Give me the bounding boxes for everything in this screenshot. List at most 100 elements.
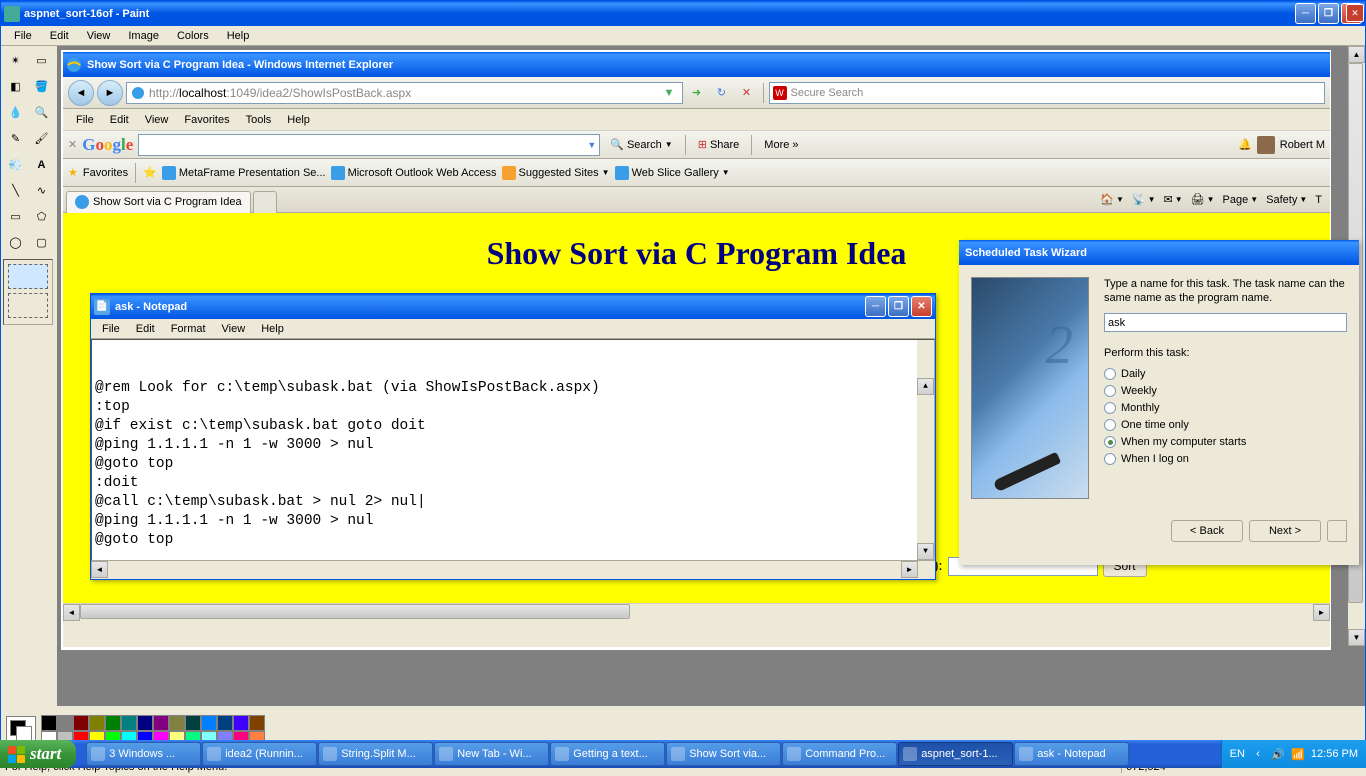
color-swatch[interactable] — [185, 715, 201, 731]
favorites-star-icon[interactable]: ★ — [68, 166, 78, 179]
page-menu[interactable]: Page▼ — [1223, 194, 1259, 206]
ie-menu-favorites[interactable]: Favorites — [176, 112, 237, 128]
radio-button[interactable] — [1104, 385, 1116, 397]
taskbar-item[interactable]: Show Sort via... — [666, 742, 781, 766]
user-avatar[interactable] — [1257, 136, 1275, 154]
tools-menu[interactable]: T — [1315, 194, 1322, 206]
wizard-option[interactable]: Daily — [1104, 368, 1347, 380]
menu-format[interactable]: Format — [163, 321, 214, 337]
wizard-titlebar[interactable]: Scheduled Task Wizard — [959, 240, 1359, 265]
tool-rect[interactable]: ▭ — [3, 204, 28, 229]
color-swatch[interactable] — [57, 715, 73, 731]
taskname-input[interactable] — [1104, 313, 1347, 332]
color-swatch[interactable] — [137, 715, 153, 731]
scroll-left-button[interactable]: ◄ — [91, 561, 108, 578]
ie-menu-help[interactable]: Help — [279, 112, 318, 128]
ie-menu-file[interactable]: File — [68, 112, 102, 128]
tool-fill[interactable]: 🪣 — [29, 74, 54, 99]
menu-image[interactable]: Image — [120, 28, 167, 44]
color-swatch[interactable] — [217, 715, 233, 731]
notepad-textarea[interactable]: @rem Look for c:\temp\subask.bat (via Sh… — [91, 339, 935, 561]
back-button[interactable]: < Back — [1171, 520, 1243, 542]
close-button[interactable]: ✕ — [911, 296, 932, 317]
tool-polygon[interactable]: ⬠ — [29, 204, 54, 229]
tool-magnify[interactable]: 🔍 — [29, 100, 54, 125]
scroll-up-button[interactable]: ▲ — [917, 378, 934, 395]
lang-indicator[interactable]: EN — [1230, 748, 1245, 760]
wizard-option[interactable]: One time only — [1104, 419, 1347, 431]
scroll-thumb[interactable] — [80, 604, 630, 619]
ie-menu-edit[interactable]: Edit — [102, 112, 137, 128]
color-swatch[interactable] — [249, 715, 265, 731]
menu-view[interactable]: View — [214, 321, 254, 337]
radio-button[interactable] — [1104, 453, 1116, 465]
mail-button[interactable]: ✉▼ — [1164, 193, 1183, 206]
minimize-button[interactable]: ─ — [1295, 3, 1316, 24]
scroll-left-button[interactable]: ◄ — [63, 604, 80, 621]
tool-line[interactable]: ╲ — [3, 178, 28, 203]
forward-button[interactable]: ► — [97, 80, 123, 106]
google-search-input[interactable]: ▼ — [138, 134, 600, 156]
tool-curve[interactable]: ∿ — [29, 178, 54, 203]
radio-button[interactable] — [1104, 436, 1116, 448]
color-swatch[interactable] — [41, 715, 57, 731]
wizard-option[interactable]: When I log on — [1104, 453, 1347, 465]
clock[interactable]: 12:56 PM — [1311, 748, 1358, 760]
radio-button[interactable] — [1104, 419, 1116, 431]
taskbar-item[interactable]: New Tab - Wi... — [434, 742, 549, 766]
ie-menu-tools[interactable]: Tools — [238, 112, 280, 128]
feeds-button[interactable]: 📡▼ — [1132, 193, 1156, 206]
close-toolbar-button[interactable]: ✕ — [68, 138, 77, 151]
go-button[interactable]: ➜ — [686, 82, 708, 104]
notepad-titlebar[interactable]: 📄 ask - Notepad ─ ❐ ✕ — [91, 294, 935, 319]
paint-titlebar[interactable]: aspnet_sort-16of - Paint ─ ❐ ✕ — [1, 1, 1365, 26]
tool-picker[interactable]: 💧 — [3, 100, 28, 125]
address-bar[interactable]: http://localhost:1049/idea2/ShowIsPostBa… — [126, 82, 683, 104]
stop-button[interactable]: ✕ — [736, 82, 758, 104]
menu-help[interactable]: Help — [253, 321, 292, 337]
radio-button[interactable] — [1104, 402, 1116, 414]
wizard-option[interactable]: When my computer starts — [1104, 436, 1347, 448]
fav-metaframe[interactable]: MetaFrame Presentation Se... — [162, 166, 326, 180]
tool-eraser[interactable]: ◧ — [3, 74, 28, 99]
maximize-button[interactable]: ❐ — [888, 296, 909, 317]
google-more-button[interactable]: More » — [759, 137, 803, 153]
color-swatch[interactable] — [169, 715, 185, 731]
favorites-label[interactable]: Favorites — [83, 167, 128, 179]
tool-brush[interactable]: 🖌 — [29, 126, 54, 151]
ie-tab-current[interactable]: Show Sort via C Program Idea — [66, 191, 251, 213]
start-button[interactable]: start — [0, 740, 76, 768]
taskbar-item[interactable]: Getting a text... — [550, 742, 665, 766]
minimize-button[interactable]: ─ — [865, 296, 886, 317]
color-swatch[interactable] — [105, 715, 121, 731]
color-swatch[interactable] — [73, 715, 89, 731]
fav-add-icon[interactable]: ⭐ — [143, 166, 157, 179]
color-swatch[interactable] — [89, 715, 105, 731]
fav-outlook[interactable]: Microsoft Outlook Web Access — [331, 166, 497, 180]
network-icon[interactable]: 📶 — [1291, 747, 1305, 761]
wizard-option[interactable]: Monthly — [1104, 402, 1347, 414]
volume-icon[interactable]: 🔊 — [1271, 747, 1285, 761]
google-search-button[interactable]: 🔍Search▼ — [605, 136, 677, 153]
taskbar-item[interactable]: Command Pro... — [782, 742, 897, 766]
scroll-right-button[interactable]: ► — [1313, 604, 1330, 621]
new-tab-button[interactable] — [253, 191, 277, 213]
scroll-right-button[interactable]: ► — [901, 561, 918, 578]
fav-suggested[interactable]: Suggested Sites▼ — [502, 166, 610, 180]
menu-view[interactable]: View — [79, 28, 119, 44]
wizard-option[interactable]: Weekly — [1104, 385, 1347, 397]
fav-webslice[interactable]: Web Slice Gallery▼ — [615, 166, 730, 180]
menu-file[interactable]: File — [94, 321, 128, 337]
next-button[interactable]: Next > — [1249, 520, 1321, 542]
color-swatch[interactable] — [201, 715, 217, 731]
color-swatch[interactable] — [153, 715, 169, 731]
user-name[interactable]: Robert M — [1280, 139, 1325, 151]
tool-ellipse[interactable]: ◯ — [3, 230, 28, 255]
refresh-button[interactable]: ↻ — [711, 82, 733, 104]
menu-file[interactable]: File — [6, 28, 40, 44]
menu-edit[interactable]: Edit — [128, 321, 163, 337]
safety-menu[interactable]: Safety▼ — [1266, 194, 1307, 206]
menu-help[interactable]: Help — [219, 28, 258, 44]
tray-expand-icon[interactable]: ‹ — [1251, 747, 1265, 761]
menu-colors[interactable]: Colors — [169, 28, 217, 44]
